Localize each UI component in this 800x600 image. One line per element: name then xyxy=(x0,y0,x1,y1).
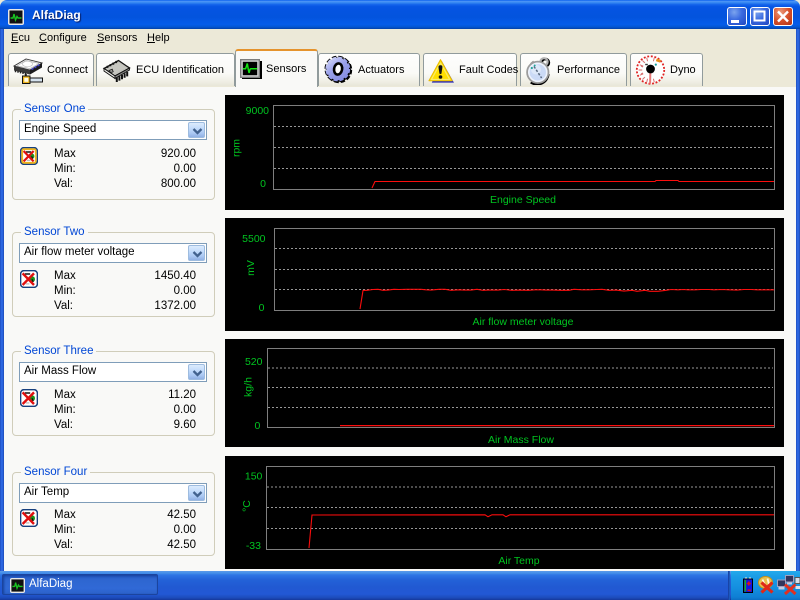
svg-text:Air flow meter voltage: Air flow meter voltage xyxy=(473,316,574,328)
svg-text:0: 0 xyxy=(260,178,266,190)
svg-text:9000: 9000 xyxy=(246,105,270,117)
svg-text:-33: -33 xyxy=(246,540,261,552)
svg-text:rpm: rpm xyxy=(231,139,243,157)
svg-text:0: 0 xyxy=(255,420,261,432)
svg-text:Air Mass Flow: Air Mass Flow xyxy=(488,434,554,446)
svg-text:Engine Speed: Engine Speed xyxy=(490,194,556,206)
svg-text:5500: 5500 xyxy=(242,233,266,245)
svg-text:150: 150 xyxy=(245,471,263,483)
svg-text:520: 520 xyxy=(245,356,263,368)
svg-text:°C: °C xyxy=(241,500,253,512)
svg-text:Air Temp: Air Temp xyxy=(498,555,539,567)
svg-text:kg/h: kg/h xyxy=(243,377,255,397)
svg-text:0: 0 xyxy=(259,302,265,314)
svg-text:mV: mV xyxy=(245,260,257,276)
